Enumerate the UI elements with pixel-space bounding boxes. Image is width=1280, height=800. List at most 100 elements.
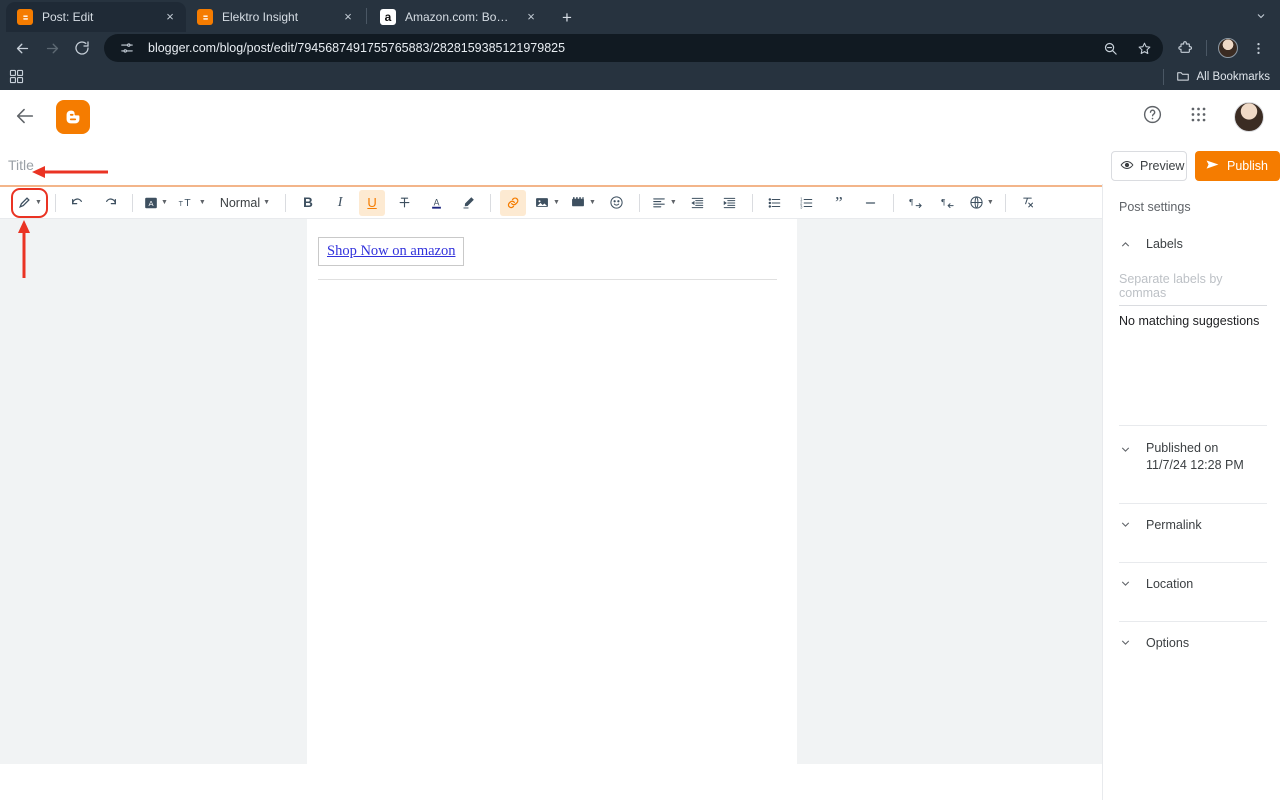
emoji-icon[interactable] [604, 190, 630, 216]
puzzle-icon[interactable] [1171, 34, 1199, 62]
insert-jump-break-icon[interactable] [858, 190, 884, 216]
new-tab-button[interactable]: + [553, 4, 581, 32]
post-settings-panel: Post settings Labels Separate labels by … [1102, 184, 1280, 800]
labels-placeholder: Separate labels by commas [1119, 272, 1223, 300]
apps-grid-icon[interactable] [8, 68, 26, 86]
chevron-down-icon[interactable]: ▼ [263, 199, 270, 206]
options-label: Options [1146, 636, 1190, 651]
chevron-down-icon[interactable]: ▼ [161, 199, 168, 206]
close-icon[interactable]: × [340, 9, 356, 25]
tab-search-chevron-icon[interactable] [1248, 3, 1274, 29]
svg-text:T: T [179, 201, 184, 208]
publish-label: Publish [1227, 159, 1268, 173]
text-color-icon[interactable]: A [423, 190, 449, 216]
text-rtl-icon[interactable]: ¶ [935, 190, 961, 216]
sidebar-section-location[interactable]: Location [1119, 563, 1267, 605]
published-on-value: 11/7/24 12:28 PM [1146, 457, 1244, 472]
link-widget[interactable]: Shop Now on amazon [318, 237, 465, 266]
preview-button[interactable]: Preview [1112, 152, 1186, 180]
sidebar-section-options[interactable]: Options [1119, 622, 1267, 664]
reload-icon[interactable] [68, 34, 96, 62]
labels-input[interactable]: Separate labels by commas [1119, 272, 1267, 306]
content-divider [318, 279, 777, 280]
font-family-icon[interactable]: A ▼ [142, 190, 170, 216]
underline-icon[interactable]: U [359, 189, 386, 216]
user-avatar[interactable] [1234, 102, 1264, 132]
strikethrough-icon[interactable] [391, 190, 417, 216]
post-title-input[interactable]: Title [0, 145, 1102, 187]
blogger-header [0, 90, 1280, 145]
publish-button[interactable]: Publish [1195, 151, 1280, 181]
browser-tab-2[interactable]: Elektro Insight × [186, 2, 364, 32]
highlight-color-icon[interactable] [455, 190, 481, 216]
toolbar-divider [892, 193, 894, 212]
bold-icon[interactable]: B [295, 190, 321, 216]
italic-icon[interactable]: I [327, 190, 353, 216]
font-size-icon[interactable]: TT ▼ [176, 190, 208, 216]
editor-gutter-left [0, 219, 307, 764]
address-bar[interactable]: blogger.com/blog/post/edit/7945687491755… [104, 34, 1163, 62]
preview-label: Preview [1140, 159, 1185, 173]
chevron-down-icon[interactable]: ▼ [670, 199, 677, 206]
chevron-down-icon[interactable]: ▼ [553, 199, 560, 206]
back-arrow-icon[interactable] [14, 105, 38, 129]
clear-formatting-icon[interactable] [1015, 190, 1041, 216]
toolbar-divider [54, 193, 56, 212]
post-settings-title: Post settings [1119, 200, 1191, 214]
url-text: blogger.com/blog/post/edit/7945687491755… [148, 41, 566, 55]
indent-decrease-icon[interactable] [685, 190, 711, 216]
labels-suggestion-text: No matching suggestions [1119, 314, 1260, 328]
browser-tab-1[interactable]: Post: Edit × [6, 2, 186, 32]
bulleted-list-icon[interactable] [762, 190, 788, 216]
profile-avatar-icon[interactable] [1214, 34, 1242, 62]
post-body-canvas[interactable]: Shop Now on amazon [307, 219, 797, 764]
zoom-out-icon[interactable] [1097, 35, 1123, 61]
published-on-label: Published on [1146, 441, 1219, 455]
text-ltr-icon[interactable]: ¶ [903, 190, 929, 216]
title-row: Title Preview Publish [0, 145, 1280, 187]
bookmarks-bar: All Bookmarks [0, 64, 1280, 90]
preview-button-group: Preview [1111, 151, 1187, 181]
chevron-down-icon[interactable]: ▼ [589, 199, 596, 206]
format-toolbar: ▼ A ▼ TT ▼ Normal ▼ B I U A ▼ ▼ ▼ 1 2 3 … [0, 187, 1280, 219]
forward-icon[interactable] [38, 34, 66, 62]
numbered-list-icon[interactable]: 123 [794, 190, 820, 216]
sidebar-section-published-on[interactable]: Published on 11/7/24 12:28 PM [1119, 426, 1267, 487]
amazon-icon: a [380, 9, 396, 25]
insert-video-icon[interactable]: ▼ [568, 190, 598, 216]
align-icon[interactable]: ▼ [649, 190, 679, 216]
indent-increase-icon[interactable] [717, 190, 743, 216]
toolbar-divider [751, 193, 753, 212]
blogger-icon [197, 9, 213, 25]
back-icon[interactable] [8, 34, 36, 62]
shop-now-link[interactable]: Shop Now on amazon [327, 243, 455, 259]
blogger-logo-icon[interactable] [56, 100, 90, 134]
translate-icon[interactable]: ▼ [967, 190, 996, 216]
help-circle-icon[interactable] [1142, 104, 1163, 130]
pen-compose-icon[interactable]: ▼ [11, 187, 48, 218]
sidebar-section-permalink[interactable]: Permalink [1119, 504, 1267, 546]
google-apps-icon[interactable] [1189, 105, 1208, 129]
toolbar-divider [490, 193, 492, 212]
browser-toolbar: blogger.com/blog/post/edit/7945687491755… [0, 32, 1280, 64]
chevron-down-icon[interactable]: ▼ [199, 199, 206, 206]
folder-icon [1176, 69, 1190, 86]
svg-text:¶: ¶ [910, 196, 914, 206]
redo-icon[interactable] [97, 190, 123, 216]
star-icon[interactable] [1131, 35, 1157, 61]
chevron-down-icon[interactable]: ▼ [35, 199, 42, 206]
blockquote-icon[interactable]: ” [826, 190, 852, 216]
close-icon[interactable]: × [523, 9, 539, 25]
tune-icon[interactable] [114, 35, 140, 61]
three-dot-menu-icon[interactable] [1244, 34, 1272, 62]
close-icon[interactable]: × [162, 9, 178, 25]
browser-tab-3[interactable]: a Amazon.com: Boost Mobile | A × [369, 2, 547, 32]
paragraph-style-select[interactable]: Normal ▼ [214, 190, 276, 216]
chevron-down-icon[interactable]: ▼ [987, 199, 994, 206]
link-icon[interactable] [500, 189, 527, 216]
sidebar-section-labels[interactable]: Labels [1119, 232, 1267, 256]
all-bookmarks-label[interactable]: All Bookmarks [1197, 71, 1271, 83]
toolbar-divider [285, 193, 287, 212]
insert-image-icon[interactable]: ▼ [532, 190, 562, 216]
undo-icon[interactable] [65, 190, 91, 216]
